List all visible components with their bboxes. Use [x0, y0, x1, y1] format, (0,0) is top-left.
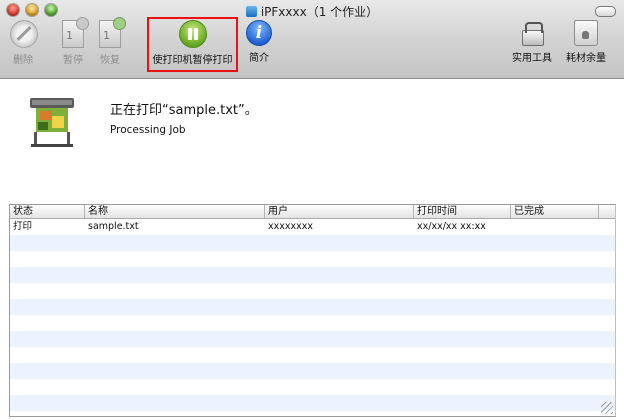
empty-row — [10, 267, 615, 283]
hold-badge-icon — [76, 17, 89, 30]
empty-row — [10, 251, 615, 267]
column-print-time[interactable]: 打印时间 — [414, 205, 511, 218]
supply-levels-button[interactable]: 耗材余量 — [562, 20, 610, 64]
window-title: iPFxxxx（1 个作业） — [0, 3, 624, 20]
supply-levels-label: 耗材余量 — [566, 53, 606, 64]
empty-row — [10, 411, 615, 416]
row-name: sample.txt — [88, 221, 139, 232]
info-button[interactable]: i 简介 — [244, 20, 274, 64]
empty-row — [10, 299, 615, 315]
delete-button[interactable]: 删除 — [10, 20, 38, 66]
delete-icon — [10, 20, 38, 48]
table-header: 状态 名称 用户 打印时间 已完成 — [10, 205, 615, 219]
column-completed[interactable]: 已完成 — [511, 205, 599, 218]
delete-label: 删除 — [13, 55, 33, 66]
job-title: 正在打印“sample.txt”。 — [110, 103, 258, 118]
hold-button[interactable]: 1 暂停 — [58, 17, 89, 66]
row-print-time: xx/xx/xx xx:xx — [417, 221, 486, 232]
column-user[interactable]: 用户 — [265, 205, 414, 218]
row-user: xxxxxxxx — [268, 221, 313, 232]
supply-bag-icon — [574, 20, 598, 46]
info-label: 简介 — [249, 53, 269, 64]
window-title-text: iPFxxxx（1 个作业） — [260, 5, 379, 19]
utility-icon — [519, 20, 545, 46]
column-status[interactable]: 状态 — [10, 205, 85, 218]
info-icon: i — [246, 20, 272, 46]
hold-label: 暂停 — [63, 55, 83, 66]
job-table: 状态 名称 用户 打印时间 已完成 打印 sample.txt xxxxxxxx… — [9, 204, 616, 417]
row-status: 打印 — [13, 221, 33, 232]
toolbar-toggle-button[interactable] — [595, 6, 616, 17]
resume-job-icon: 1 — [99, 17, 126, 48]
column-name[interactable]: 名称 — [85, 205, 265, 218]
printer-queue-icon — [245, 6, 257, 17]
job-status: Processing Job — [110, 124, 186, 136]
table-row[interactable]: 打印 sample.txt xxxxxxxx xx/xx/xx xx:xx — [10, 219, 615, 235]
empty-row — [10, 331, 615, 347]
resume-badge-icon — [113, 17, 126, 30]
empty-row — [10, 363, 615, 379]
title-bar: iPFxxxx（1 个作业） 删除 1 暂停 1 恢复 使打印机暂停打印 i 简… — [0, 0, 624, 79]
empty-row — [10, 347, 615, 363]
empty-row — [10, 283, 615, 299]
empty-row — [10, 379, 615, 395]
printer-icon — [30, 98, 74, 147]
highlight-box — [147, 17, 238, 72]
utility-label: 实用工具 — [512, 53, 552, 64]
empty-row — [10, 235, 615, 251]
utility-button[interactable]: 实用工具 — [508, 20, 556, 64]
resize-handle[interactable] — [601, 402, 613, 414]
resume-label: 恢复 — [100, 55, 120, 66]
empty-row — [10, 315, 615, 331]
hold-job-icon: 1 — [62, 17, 89, 48]
table-body: 打印 sample.txt xxxxxxxx xx/xx/xx xx:xx — [10, 219, 615, 416]
empty-row — [10, 395, 615, 411]
resume-button[interactable]: 1 恢复 — [95, 17, 126, 66]
